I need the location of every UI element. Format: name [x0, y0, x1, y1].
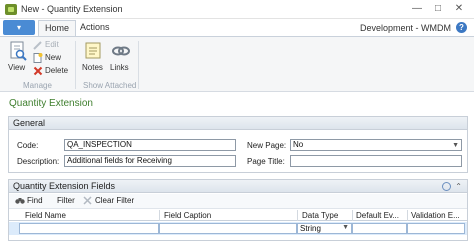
- part-actions-icon[interactable]: [442, 182, 451, 191]
- chevron-down-icon: ▼: [452, 142, 459, 149]
- tab-actions[interactable]: Actions: [74, 20, 116, 36]
- minimize-icon[interactable]: —: [410, 2, 424, 16]
- tab-home[interactable]: Home: [38, 20, 77, 36]
- column-header-default-event[interactable]: Default Ev...: [356, 211, 399, 220]
- delete-icon: [33, 66, 43, 76]
- view-button[interactable]: View: [6, 41, 30, 77]
- data-type-cell[interactable]: String ▼: [297, 223, 352, 234]
- delete-label: Delete: [45, 66, 69, 75]
- links-icon: [112, 46, 130, 56]
- view-icon: [10, 41, 27, 61]
- app-icon: [5, 4, 17, 15]
- page-title: Quantity Extension: [9, 98, 93, 109]
- chevron-up-icon[interactable]: ⌃: [455, 180, 462, 193]
- new-page-label: New Page:: [247, 141, 287, 150]
- ribbon-separator: [138, 41, 139, 89]
- grid-header: Field Name Field Caption Data Type Defau…: [9, 210, 467, 221]
- edit-label: Edit: [45, 40, 59, 49]
- filter-label: Filter: [57, 196, 75, 205]
- column-header-field-name[interactable]: Field Name: [25, 211, 66, 220]
- page-title-label: Page Title:: [247, 157, 285, 166]
- general-fasttab: General Code: QA_INSPECTION Description:…: [8, 116, 468, 173]
- column-divider[interactable]: [407, 210, 408, 221]
- help-icon[interactable]: ?: [456, 22, 467, 33]
- column-divider[interactable]: [297, 210, 298, 221]
- company-name: Development - WMDM: [359, 23, 451, 33]
- field-name-cell[interactable]: [19, 223, 159, 234]
- edit-button[interactable]: Edit: [33, 40, 63, 51]
- chevron-down-icon: ▼: [342, 224, 349, 231]
- data-type-value: String: [300, 224, 321, 233]
- code-field[interactable]: QA_INSPECTION: [64, 139, 236, 151]
- notes-icon: [85, 42, 101, 59]
- find-label: Find: [27, 196, 43, 205]
- show-attached-group-label: Show Attached: [83, 81, 137, 90]
- ribbon: View Edit New Delete Manage Notes Links …: [0, 36, 474, 92]
- description-field[interactable]: Additional fields for Receiving: [64, 155, 236, 167]
- window-title: New - Quantity Extension: [21, 4, 123, 14]
- column-divider[interactable]: [159, 210, 160, 221]
- general-fasttab-header[interactable]: General: [9, 117, 467, 130]
- new-page-value: No: [293, 140, 304, 149]
- binoculars-icon: [15, 198, 25, 204]
- delete-button[interactable]: Delete: [33, 66, 69, 77]
- column-divider[interactable]: [352, 210, 353, 221]
- description-value: Additional fields for Receiving: [67, 156, 172, 165]
- notes-label: Notes: [82, 63, 103, 72]
- tab-home-label: Home: [45, 23, 70, 33]
- page-title-field[interactable]: [290, 155, 462, 167]
- column-header-validation-event[interactable]: Validation E...: [411, 211, 460, 220]
- new-button[interactable]: New: [33, 53, 65, 64]
- quantity-extension-fields-part: Quantity Extension Fields ⌃ Find Filter …: [8, 179, 468, 241]
- description-label: Description:: [17, 157, 60, 166]
- tab-actions-label: Actions: [80, 22, 110, 32]
- code-value: QA_INSPECTION: [67, 140, 132, 149]
- general-header-label: General: [13, 118, 46, 128]
- column-header-data-type[interactable]: Data Type: [302, 211, 338, 220]
- ribbon-separator: [75, 41, 76, 89]
- table-row[interactable]: String ▼: [9, 222, 467, 235]
- new-document-icon: [33, 53, 43, 63]
- code-label: Code:: [17, 141, 39, 150]
- maximize-icon[interactable]: □: [431, 2, 445, 16]
- links-button[interactable]: Links: [109, 41, 133, 77]
- links-label: Links: [110, 63, 129, 72]
- title-bar: New - Quantity Extension — □ ✕: [0, 0, 474, 19]
- view-label: View: [8, 63, 26, 72]
- lines-header[interactable]: Quantity Extension Fields ⌃: [9, 180, 467, 193]
- new-page-select[interactable]: No ▼: [290, 139, 462, 151]
- default-event-cell[interactable]: [352, 223, 407, 234]
- application-menu-button[interactable]: ▾: [3, 20, 35, 35]
- clear-filter-label: Clear Filter: [95, 196, 135, 205]
- manage-group-label: Manage: [23, 81, 52, 90]
- validation-event-cell[interactable]: [407, 223, 465, 234]
- clear-filter-icon: [83, 196, 92, 205]
- new-label: New: [45, 53, 62, 62]
- pencil-icon: [33, 41, 42, 50]
- filter-button[interactable]: Filter: [57, 196, 75, 205]
- field-caption-cell[interactable]: [159, 223, 297, 234]
- close-icon[interactable]: ✕: [452, 2, 466, 16]
- notes-button[interactable]: Notes: [81, 41, 105, 77]
- lines-header-label: Quantity Extension Fields: [13, 181, 116, 191]
- lines-toolbar: Find Filter Clear Filter: [9, 194, 467, 209]
- column-header-field-caption[interactable]: Field Caption: [164, 211, 211, 220]
